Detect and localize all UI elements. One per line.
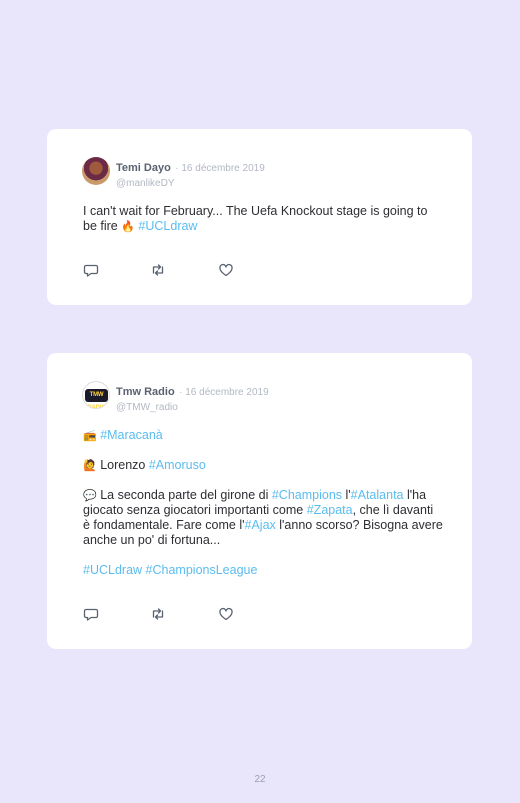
- avatar[interactable]: [82, 157, 110, 185]
- person-raising-hand-emoji: 🙋: [83, 459, 97, 472]
- hashtag-link[interactable]: #Atalanta: [351, 488, 404, 502]
- tweet-card: TMW RADIO Tmw Radio · 16 décembre 2019 @…: [47, 353, 472, 649]
- retweet-icon[interactable]: [150, 262, 166, 278]
- tweet-meta: Temi Dayo · 16 décembre 2019 @manlikeDY: [116, 158, 265, 189]
- page-number: 22: [254, 774, 266, 785]
- tweet-card: Temi Dayo · 16 décembre 2019 @manlikeDY …: [47, 129, 472, 305]
- tweet-text: 📻 #Maracanà: [83, 428, 443, 443]
- hashtag-link[interactable]: #Amoruso: [149, 458, 206, 472]
- hashtag-link[interactable]: #Zapata: [307, 503, 353, 517]
- tweet-text: 🙋 Lorenzo #Amoruso: [83, 458, 443, 473]
- hashtag-link[interactable]: #Ajax: [245, 518, 276, 532]
- tweet-text-segment: La seconda parte del girone di: [100, 488, 272, 502]
- like-icon[interactable]: [218, 606, 234, 622]
- radio-emoji: 📻: [83, 429, 97, 442]
- tweet-text: 💬 La seconda parte del girone di #Champi…: [83, 488, 443, 548]
- avatar[interactable]: TMW RADIO: [82, 381, 110, 409]
- author-handle[interactable]: @TMW_radio: [116, 402, 269, 413]
- tweet-meta: Tmw Radio · 16 décembre 2019 @TMW_radio: [116, 382, 269, 413]
- tweet-date: · 16 décembre 2019: [175, 163, 265, 174]
- hashtag-link[interactable]: #Maracanà: [100, 428, 163, 442]
- tweet-text: #UCLdraw #ChampionsLeague: [83, 563, 443, 578]
- tweet-text-segment: Lorenzo: [100, 458, 149, 472]
- tweet-text-segment: I can't wait for February... The Uefa Kn…: [83, 204, 428, 233]
- like-icon[interactable]: [218, 262, 234, 278]
- tweet-text-segment: l': [342, 488, 351, 502]
- reply-icon[interactable]: [83, 262, 99, 278]
- retweet-icon[interactable]: [150, 606, 166, 622]
- hashtag-link[interactable]: #UCLdraw: [83, 563, 142, 577]
- tweet-date: · 16 décembre 2019: [179, 387, 269, 398]
- author-handle[interactable]: @manlikeDY: [116, 178, 265, 189]
- hashtag-link[interactable]: #UCLdraw: [138, 219, 197, 233]
- hashtag-link[interactable]: #Champions: [272, 488, 342, 502]
- reply-icon[interactable]: [83, 606, 99, 622]
- tweet-text: I can't wait for February... The Uefa Kn…: [83, 204, 443, 234]
- speech-bubble-emoji: 💬: [83, 489, 97, 502]
- fire-emoji: 🔥: [121, 220, 135, 233]
- author-name[interactable]: Tmw Radio: [116, 386, 175, 398]
- author-name[interactable]: Temi Dayo: [116, 162, 171, 174]
- hashtag-link[interactable]: #ChampionsLeague: [146, 563, 258, 577]
- tmw-radio-logo: TMW RADIO: [85, 389, 108, 408]
